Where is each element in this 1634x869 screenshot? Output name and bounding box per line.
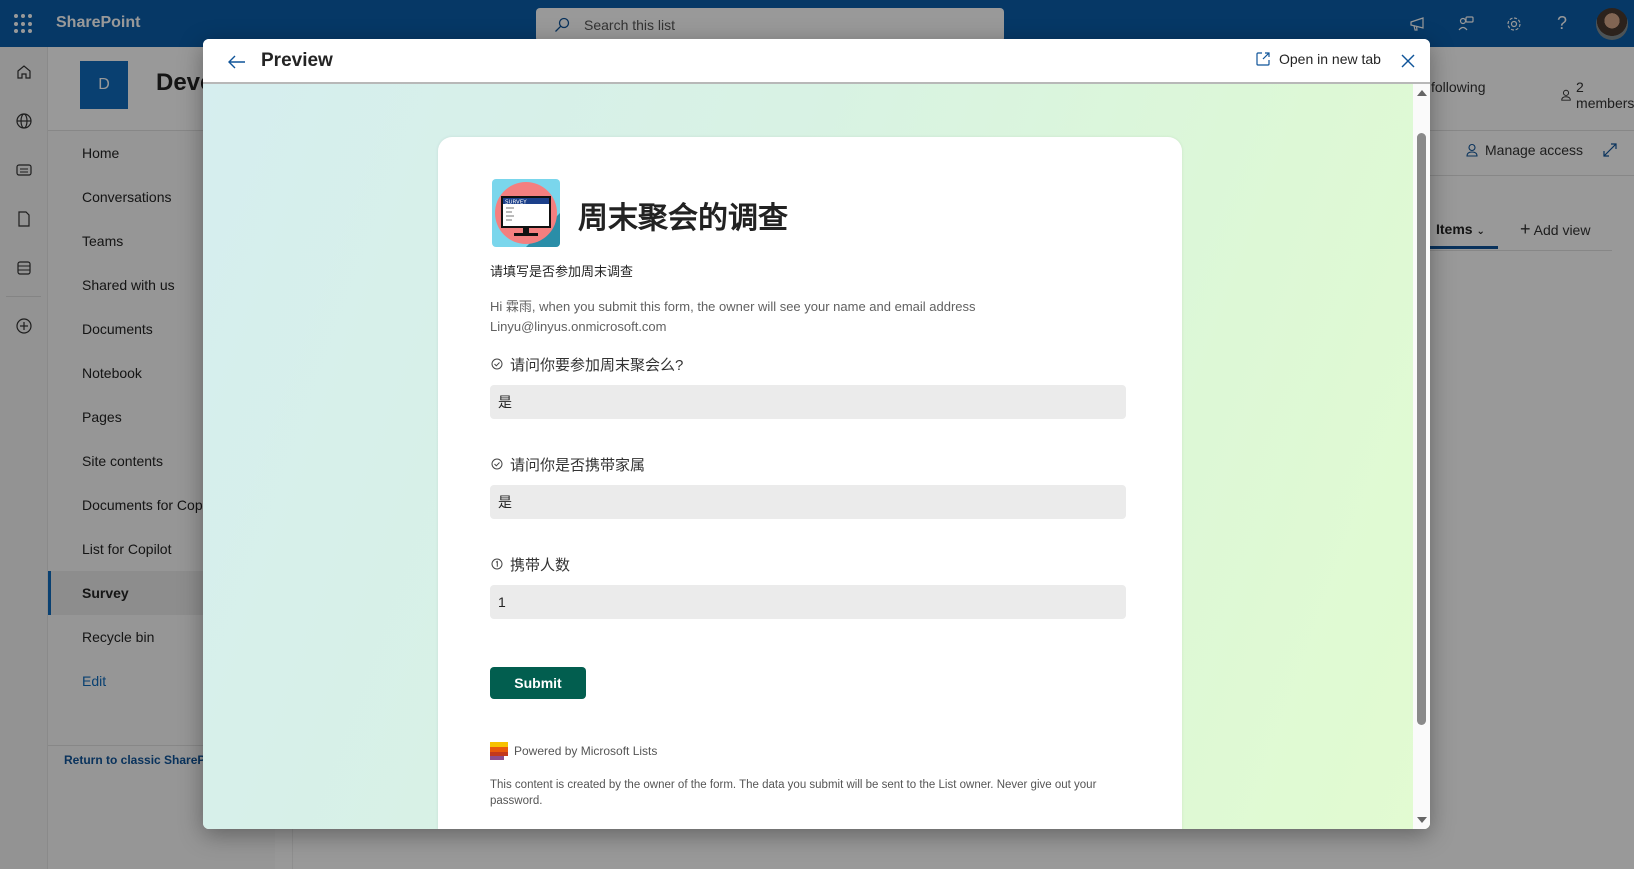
question-label: 携带人数 — [510, 556, 571, 574]
powered-by: Powered by Microsoft Lists — [490, 742, 657, 760]
form-card: SURVEY 周末聚会的调查 请填写是否参加周末调查 Hi 霖雨, when y… — [438, 137, 1182, 829]
preview-dialog: Preview Open in new tab SURVEY 周末聚会的调查 请… — [203, 39, 1430, 829]
answer-field[interactable]: 1 — [490, 585, 1126, 619]
identity-email: Linyu@linyus.onmicrosoft.com — [490, 319, 667, 334]
scrollbar[interactable] — [1413, 84, 1430, 829]
question-count: 携带人数 1 — [490, 553, 1126, 619]
svg-text:SURVEY: SURVEY — [505, 200, 527, 206]
survey-logo: SURVEY — [492, 179, 560, 247]
scrollbar-thumb[interactable] — [1417, 133, 1426, 725]
form-description: 请填写是否参加周末调查 — [490, 264, 634, 279]
question-label: 请问你是否携带家属 — [510, 456, 646, 474]
answer-field[interactable]: 是 — [490, 485, 1126, 519]
dialog-header: Preview Open in new tab — [203, 39, 1430, 84]
choice-check-icon — [490, 457, 504, 471]
back-button[interactable] — [225, 50, 249, 74]
submit-button[interactable]: Submit — [490, 667, 586, 699]
identity-notice-text: Hi 霖雨, when you submit this form, the ow… — [490, 299, 976, 314]
close-button[interactable] — [1396, 49, 1420, 73]
open-in-new-tab-label: Open in new tab — [1279, 51, 1381, 67]
scroll-up-arrow-icon[interactable] — [1417, 90, 1427, 96]
scroll-down-arrow-icon[interactable] — [1417, 817, 1427, 823]
question-label: 请问你要参加周末聚会么? — [510, 356, 684, 374]
dialog-title: Preview — [261, 50, 333, 71]
form-title: 周末聚会的调查 — [578, 201, 788, 236]
question-attend: 请问你要参加周末聚会么? 是 — [490, 353, 1126, 419]
choice-check-icon — [490, 357, 504, 371]
form-preview-area: SURVEY 周末聚会的调查 请填写是否参加周末调查 Hi 霖雨, when y… — [203, 84, 1430, 829]
number-icon — [490, 557, 504, 571]
arrow-left-icon — [228, 55, 245, 69]
disclaimer: This content is created by the owner of … — [490, 779, 1097, 807]
answer-field[interactable]: 是 — [490, 385, 1126, 419]
open-external-icon — [1256, 52, 1270, 66]
powered-by-label: Powered by Microsoft Lists — [514, 744, 658, 758]
open-in-new-tab-button[interactable]: Open in new tab — [1255, 51, 1381, 67]
question-family: 请问你是否携带家属 是 — [490, 453, 1126, 519]
microsoft-lists-icon — [490, 742, 508, 760]
close-icon — [1401, 54, 1415, 68]
identity-notice: Hi 霖雨, when you submit this form, the ow… — [490, 297, 1110, 337]
